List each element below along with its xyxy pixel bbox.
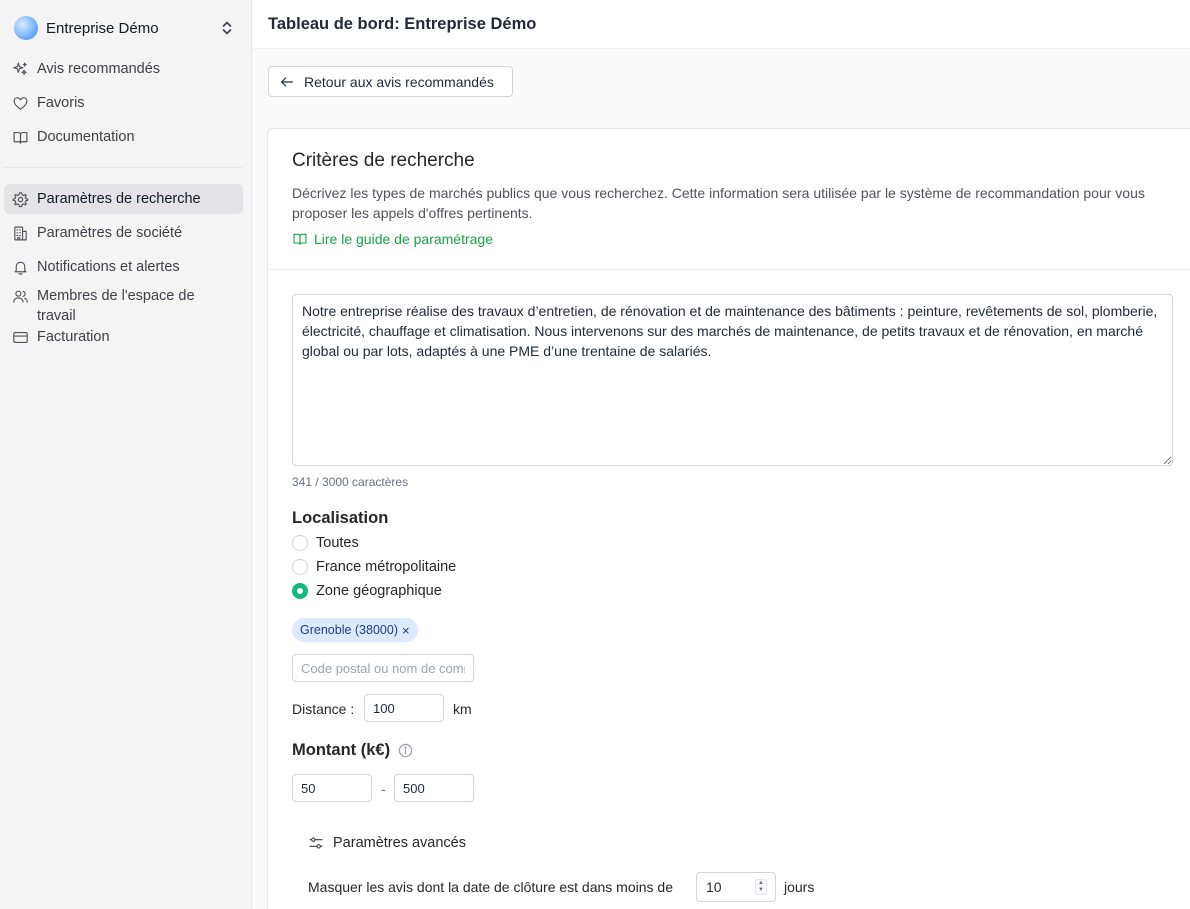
card-title: Critères de recherche [292, 150, 475, 171]
page-title: Tableau de bord: Entreprise Démo [268, 15, 537, 33]
sidebar-item-favoris[interactable]: Favoris [4, 88, 243, 118]
sparkles-icon [13, 62, 27, 75]
sidebar-item-parametres-societe[interactable]: Paramètres de société [4, 218, 243, 248]
location-chip: Grenoble (38000) × [292, 618, 418, 642]
radio-label: Toutes [316, 535, 359, 551]
distance-input[interactable] [364, 694, 444, 722]
back-button-label: Retour aux avis recommandés [304, 73, 494, 90]
card-description: Décrivez les types de marchés publics qu… [292, 185, 1145, 221]
card-divider [268, 269, 1190, 270]
sidebar: Entreprise Démo Avis recommandés Favoris… [0, 0, 252, 909]
sidebar-item-membres[interactable]: Membres de l'espace de travail [4, 286, 243, 326]
sidebar-item-label: Documentation [37, 129, 135, 145]
workspace-avatar [14, 16, 38, 40]
building-icon [14, 226, 27, 240]
distance-unit: km [453, 701, 472, 717]
search-criteria-card: Critères de recherche Décrivez les types… [267, 128, 1190, 909]
montant-max-input[interactable] [394, 774, 474, 802]
radio-button[interactable] [292, 535, 308, 551]
guide-link[interactable]: Lire le guide de paramétrage [292, 231, 493, 247]
chip-label: Grenoble (38000) [300, 623, 398, 637]
sliders-icon [309, 837, 323, 849]
back-to-recommended-button[interactable]: Retour aux avis recommandés [268, 66, 513, 97]
primary-nav: Avis recommandés Favoris Documentation [4, 54, 243, 156]
advanced-settings-toggle[interactable]: Paramètres avancés [308, 835, 466, 851]
page-header: Tableau de bord: Entreprise Démo [252, 0, 1190, 49]
char-count: 341 / 3000 caractères [292, 475, 409, 489]
radio-toutes[interactable]: Toutes [292, 535, 359, 551]
bell-icon [14, 261, 27, 275]
chevron-up-down-icon [222, 21, 232, 35]
book-open-icon [293, 233, 307, 245]
gear-icon [12, 191, 29, 207]
localisation-title: Localisation [292, 509, 389, 527]
radio-button-selected[interactable] [292, 583, 308, 599]
sidebar-item-parametres-recherche[interactable]: Paramètres de recherche [4, 184, 243, 214]
sidebar-item-label: Paramètres de recherche [37, 191, 201, 207]
sidebar-item-label: Avis recommandés [37, 61, 161, 77]
info-icon[interactable] [398, 743, 413, 758]
closing-days-stepper[interactable]: 10 ▲ ▼ [696, 872, 776, 902]
closing-days-unit: jours [784, 879, 815, 895]
sidebar-divider [4, 167, 243, 168]
radio-label: Zone géographique [316, 583, 442, 599]
radio-label: France métropolitaine [316, 559, 457, 575]
advanced-settings-label: Paramètres avancés [333, 835, 466, 851]
book-open-icon [13, 131, 28, 144]
credit-card-icon [13, 331, 28, 343]
arrow-left-icon [281, 76, 293, 87]
montant-min-input[interactable] [292, 774, 372, 802]
radio-france-metropolitaine[interactable]: France métropolitaine [292, 559, 456, 575]
guide-link-label: Lire le guide de paramétrage [314, 231, 494, 247]
distance-label: Distance : [292, 701, 355, 717]
settings-nav: Paramètres de recherche Paramètres de so… [4, 184, 243, 356]
radio-button[interactable] [292, 559, 308, 575]
location-search-input[interactable] [292, 654, 474, 682]
sidebar-item-avis-recommandes[interactable]: Avis recommandés [4, 54, 243, 84]
sidebar-item-label: Facturation [37, 329, 110, 345]
closing-delay-label: Masquer les avis dont la date de clôture… [308, 879, 673, 895]
workspace-name: Entreprise Démo [46, 19, 159, 37]
chip-remove-icon[interactable]: × [402, 623, 410, 638]
montant-title: Montant (k€) [292, 741, 391, 759]
users-icon [13, 290, 28, 303]
range-separator: - [381, 781, 386, 797]
heart-icon [13, 96, 28, 110]
sidebar-item-label: Paramètres de société [37, 225, 183, 241]
criteria-textarea[interactable]: Notre entreprise réalise des travaux d’e… [292, 294, 1173, 466]
sidebar-item-facturation[interactable]: Facturation [4, 322, 243, 352]
sidebar-item-label: Notifications et alertes [37, 259, 180, 275]
sidebar-item-documentation[interactable]: Documentation [4, 122, 243, 152]
sidebar-item-notifications[interactable]: Notifications et alertes [4, 252, 243, 282]
closing-days-value: 10 [706, 879, 722, 895]
main-content: Retour aux avis recommandés Critères de … [252, 49, 1190, 909]
sidebar-item-label: Favoris [37, 95, 85, 111]
sidebar-item-label: Membres de l'espace de travail [37, 288, 195, 324]
workspace-switcher[interactable]: Entreprise Démo [8, 12, 240, 44]
radio-zone-geographique[interactable]: Zone géographique [292, 583, 442, 599]
stepper-arrows-icon[interactable]: ▲ ▼ [755, 879, 767, 895]
